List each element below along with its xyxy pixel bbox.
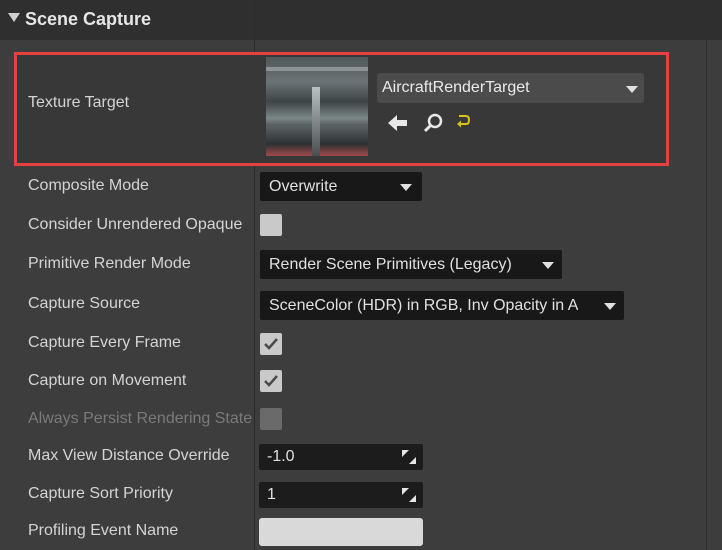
section-header-scene-capture[interactable]: Scene Capture xyxy=(0,0,722,40)
always-persist-label: Always Persist Rendering State xyxy=(28,410,253,427)
capture-on-movement-checkbox[interactable] xyxy=(260,370,282,392)
composite-mode-value: Overwrite xyxy=(269,177,338,195)
thumbnail-detail xyxy=(312,87,320,156)
consider-unrendered-checkbox[interactable] xyxy=(260,214,282,236)
chevron-down-icon xyxy=(542,261,554,269)
primitive-render-mode-value: Render Scene Primitives (Legacy) xyxy=(269,255,512,273)
capture-source-label: Capture Source xyxy=(28,295,141,312)
primitive-render-mode-label: Primitive Render Mode xyxy=(28,255,191,272)
capture-every-frame-checkbox[interactable] xyxy=(260,333,282,355)
texture-target-label: Texture Target xyxy=(28,94,130,111)
chevron-down-icon xyxy=(400,183,412,191)
resize-grip-icon[interactable] xyxy=(402,450,416,464)
max-view-distance-input[interactable]: -1.0 xyxy=(259,444,423,470)
resize-grip-icon[interactable] xyxy=(402,488,416,502)
capture-sort-priority-input[interactable]: 1 xyxy=(259,482,423,508)
capture-on-movement-label: Capture on Movement xyxy=(28,372,187,389)
reset-yellow-arrow-icon[interactable] xyxy=(456,112,478,134)
scrollbar-track[interactable] xyxy=(706,40,707,550)
composite-mode-label: Composite Mode xyxy=(28,177,149,194)
profiling-event-name-input[interactable] xyxy=(259,518,423,546)
capture-source-dropdown[interactable]: SceneColor (HDR) in RGB, Inv Opacity in … xyxy=(260,291,624,320)
chevron-down-icon xyxy=(604,302,616,310)
composite-mode-dropdown[interactable]: Overwrite xyxy=(260,172,422,201)
primitive-render-mode-dropdown[interactable]: Render Scene Primitives (Legacy) xyxy=(260,250,562,279)
chevron-down-icon xyxy=(626,86,638,93)
capture-source-value: SceneColor (HDR) in RGB, Inv Opacity in … xyxy=(269,296,579,314)
thumbnail-detail xyxy=(266,67,368,71)
max-view-distance-value: -1.0 xyxy=(267,448,295,465)
consider-unrendered-label: Consider Unrendered Opaque xyxy=(28,216,243,233)
capture-sort-priority-label: Capture Sort Priority xyxy=(28,485,173,502)
asset-name: AircraftRenderTarget xyxy=(382,79,530,96)
max-view-distance-label: Max View Distance Override xyxy=(28,447,230,464)
browse-search-icon[interactable] xyxy=(423,112,445,134)
profiling-event-name-label: Profiling Event Name xyxy=(28,522,179,539)
texture-target-asset-picker[interactable]: AircraftRenderTarget xyxy=(377,73,644,103)
always-persist-checkbox xyxy=(260,408,282,430)
triangle-down-icon[interactable] xyxy=(8,13,20,22)
capture-sort-priority-value: 1 xyxy=(267,486,276,503)
texture-thumbnail[interactable] xyxy=(266,57,368,156)
capture-every-frame-label: Capture Every Frame xyxy=(28,334,181,351)
checkmark-icon xyxy=(264,338,278,350)
checkmark-icon xyxy=(264,375,278,387)
section-title: Scene Capture xyxy=(25,9,152,29)
use-selected-arrow-icon[interactable] xyxy=(387,112,409,134)
